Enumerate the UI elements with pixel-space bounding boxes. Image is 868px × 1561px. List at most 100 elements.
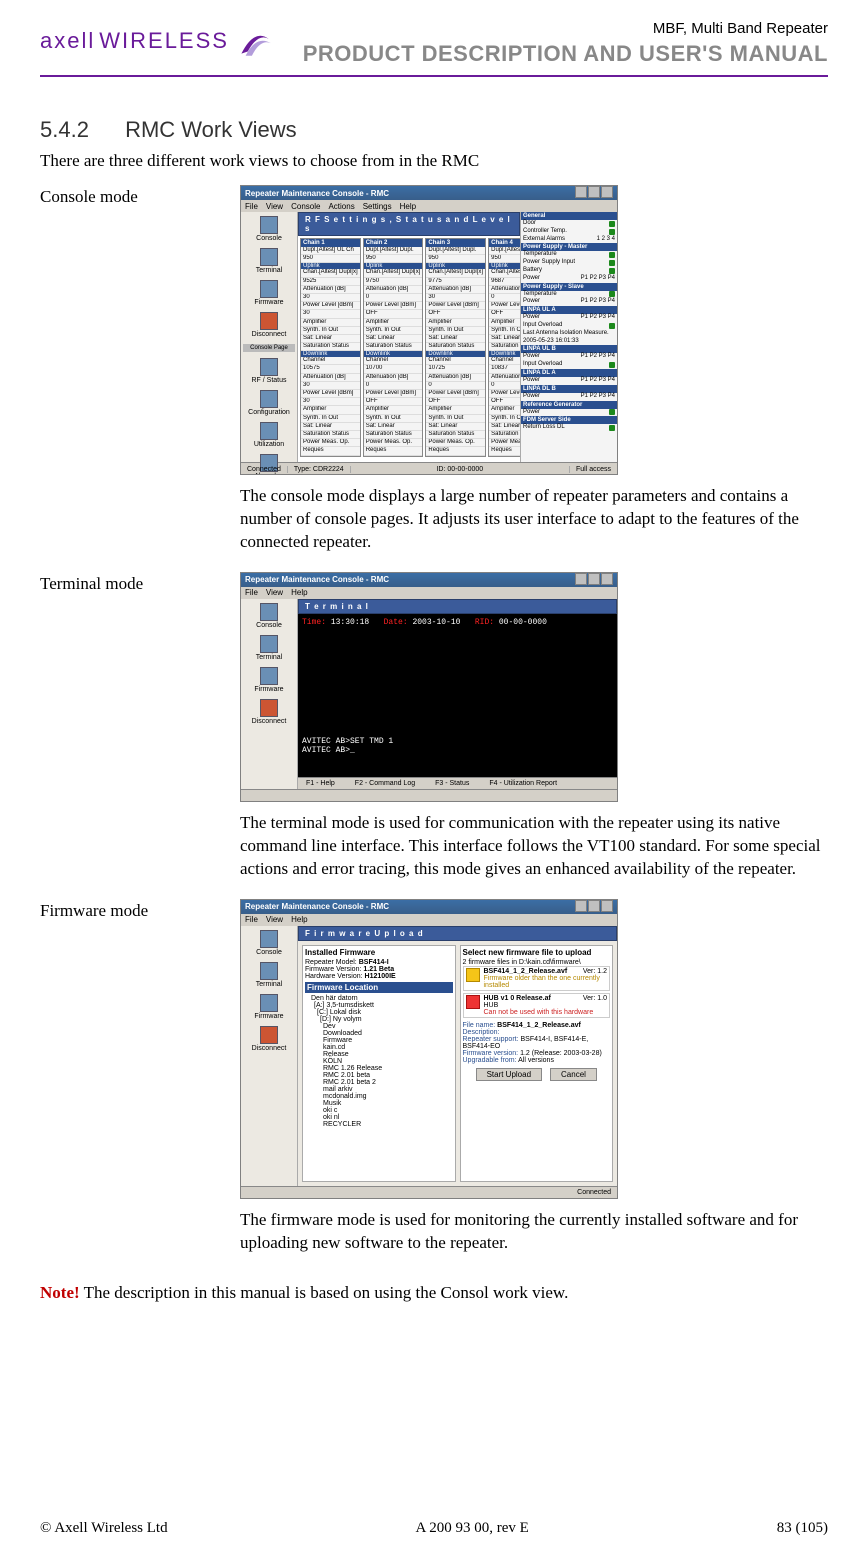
tree-item[interactable]: Downloaded (305, 1030, 453, 1037)
fw-det-fname: BSF414_1_2_Release.avf (497, 1022, 581, 1029)
tree-item[interactable]: Den här datorn (305, 995, 453, 1002)
window-buttons[interactable] (574, 900, 613, 914)
sidebar-item-firmware[interactable]: Firmware (243, 994, 295, 1020)
sidebar-item-terminal[interactable]: Terminal (243, 635, 295, 661)
menu-file[interactable]: File (245, 202, 258, 211)
sidebar-item-utilization[interactable]: Utilization (243, 422, 295, 448)
note-prefix: Note! (40, 1283, 80, 1302)
tree-item[interactable]: Release (305, 1051, 453, 1058)
fn-f3[interactable]: F3 - Status (435, 780, 469, 787)
tree-item[interactable]: oki nl (305, 1114, 453, 1121)
sidebar-label: Utilization (254, 441, 284, 448)
start-upload-button[interactable]: Start Upload (476, 1068, 542, 1081)
menu-settings[interactable]: Settings (363, 202, 392, 211)
fn-f2[interactable]: F2 - Command Log (355, 780, 415, 787)
sidebar-label: Terminal (256, 981, 282, 988)
fn-f1[interactable]: F1 - Help (306, 780, 335, 787)
tree-item[interactable]: oki c (305, 1107, 453, 1114)
fw-det-fwver-label: Firmware version: (463, 1050, 519, 1057)
rp-door: Door (523, 220, 536, 228)
sidebar-item-firmware[interactable]: Firmware (243, 280, 295, 306)
sidebar-item-firmware[interactable]: Firmware (243, 667, 295, 693)
sidebar: Console Terminal Firmware Disconnect Con… (241, 212, 298, 462)
sidebar-item-disconnect[interactable]: Disconnect (243, 699, 295, 725)
tree-item[interactable]: mcdonald.img (305, 1093, 453, 1100)
menu-help[interactable]: Help (291, 588, 307, 597)
fn-f4[interactable]: F4 - Utilization Report (489, 780, 557, 787)
fw-file-2[interactable]: HUB v1 0 Release.afVer: 1.0 HUB Can not … (463, 993, 611, 1018)
rp-psu-power: Power (523, 275, 540, 283)
sidebar: Console Terminal Firmware Disconnect (241, 926, 298, 1186)
fw-file-1[interactable]: BSF414_1_2_Release.avfVer: 1.2 Firmware … (463, 966, 611, 991)
term-date-label: Date: (384, 618, 408, 627)
fw-det-fname-label: File name: (463, 1022, 496, 1029)
menubar[interactable]: File View Help (241, 914, 617, 926)
terminal-caption: The terminal mode is used for communicat… (240, 812, 828, 881)
window-buttons[interactable] (574, 573, 613, 587)
menu-help[interactable]: Help (400, 202, 416, 211)
sidebar-item-console[interactable]: Console (243, 216, 295, 242)
menu-file[interactable]: File (245, 915, 258, 924)
menu-console[interactable]: Console (291, 202, 320, 211)
sidebar-item-console[interactable]: Console (243, 930, 295, 956)
fw-select-head: Select new firmware file to upload (463, 948, 611, 957)
tree-item[interactable]: mail arkiv (305, 1086, 453, 1093)
tree-item[interactable]: Musik (305, 1100, 453, 1107)
tree-item[interactable]: [A:] 3,5-tumsdiskett (305, 1002, 453, 1009)
rp-slave-temp: Temperature (523, 291, 557, 299)
menubar[interactable]: File View Help (241, 587, 617, 599)
menu-view[interactable]: View (266, 588, 283, 597)
sidebar-item-terminal[interactable]: Terminal (243, 962, 295, 988)
rp-psu-batt: Battery (523, 267, 542, 275)
sidebar-item-disconnect[interactable]: Disconnect (243, 1026, 295, 1052)
header-rule (40, 75, 828, 77)
chain-column: Chain 4Dupl.[Altest] Dupl.950UplinkChan.… (488, 238, 520, 457)
terminal-screen[interactable]: Time: 13:30:18 Date: 2003-10-10 RID: 00-… (298, 614, 617, 777)
fw-det-upg: All versions (518, 1057, 554, 1064)
sidebar-item-configuration[interactable]: Configuration (243, 390, 295, 416)
window-buttons[interactable] (574, 186, 613, 200)
tree-item[interactable]: RMC 2.01 beta 2 (305, 1079, 453, 1086)
menu-help[interactable]: Help (291, 915, 307, 924)
sidebar-label: Firmware (254, 299, 283, 306)
tree-item[interactable]: RMC 1.26 Release (305, 1065, 453, 1072)
tree-item[interactable]: [D:] Ny volym (305, 1016, 453, 1023)
fw-file2-name: HUB v1 0 Release.af (484, 995, 551, 1002)
menu-view[interactable]: View (266, 202, 283, 211)
section-heading: 5.4.2 RMC Work Views (40, 117, 828, 143)
tree-item[interactable]: Dev (305, 1023, 453, 1030)
status-connected: Connected (571, 1189, 617, 1196)
window-title: Repeater Maintenance Console - RMC (245, 575, 389, 584)
sidebar-label: Console (256, 949, 282, 956)
fw-det-support-label: Repeater support: (463, 1036, 519, 1043)
fw-tree[interactable]: Den här datorn[A:] 3,5-tumsdiskett[C:] L… (305, 995, 453, 1128)
note: Note! The description in this manual is … (40, 1283, 828, 1303)
chain-column: Chain 2Dupl.[Altest] Dupl.950UplinkChan.… (363, 238, 424, 457)
logo-subtext: WIRELESS (99, 28, 229, 53)
tree-item[interactable]: KÖLN (305, 1058, 453, 1065)
statusbar: Connected Type: CDR2224 ID: 00-00-0000 F… (241, 462, 617, 475)
menubar[interactable]: File View Console Actions Settings Help (241, 200, 617, 212)
cancel-button[interactable]: Cancel (550, 1068, 597, 1081)
logo-swirl-icon (233, 20, 275, 62)
fw-det-fwver: 1.2 (Release: 2003-03-28) (520, 1050, 602, 1057)
logo: axell WIRELESS (40, 20, 275, 62)
sidebar-item-disconnect[interactable]: Disconnect (243, 312, 295, 338)
sidebar-item-terminal[interactable]: Terminal (243, 248, 295, 274)
fw-fwver: 1.21 Beta (363, 966, 394, 973)
tree-item[interactable]: kain.cd (305, 1044, 453, 1051)
menu-actions[interactable]: Actions (328, 202, 354, 211)
status-id: ID: 00-00-0000 (351, 466, 570, 473)
tree-item[interactable]: [C:] Lokal disk (305, 1009, 453, 1016)
sidebar-item-rfstatus[interactable]: RF / Status (243, 358, 295, 384)
fw-hwver-label: Hardware Version: (305, 973, 363, 980)
firmware-caption: The firmware mode is used for monitoring… (240, 1209, 828, 1255)
tree-item[interactable]: RMC 2.01 beta (305, 1072, 453, 1079)
menu-view[interactable]: View (266, 915, 283, 924)
tree-item[interactable]: RECYCLER (305, 1121, 453, 1128)
sidebar-item-console[interactable]: Console (243, 603, 295, 629)
menu-file[interactable]: File (245, 588, 258, 597)
terminal-banner: T e r m i n a l (298, 599, 617, 614)
fw-hwver: H12100IE (365, 973, 396, 980)
tree-item[interactable]: Firmware (305, 1037, 453, 1044)
